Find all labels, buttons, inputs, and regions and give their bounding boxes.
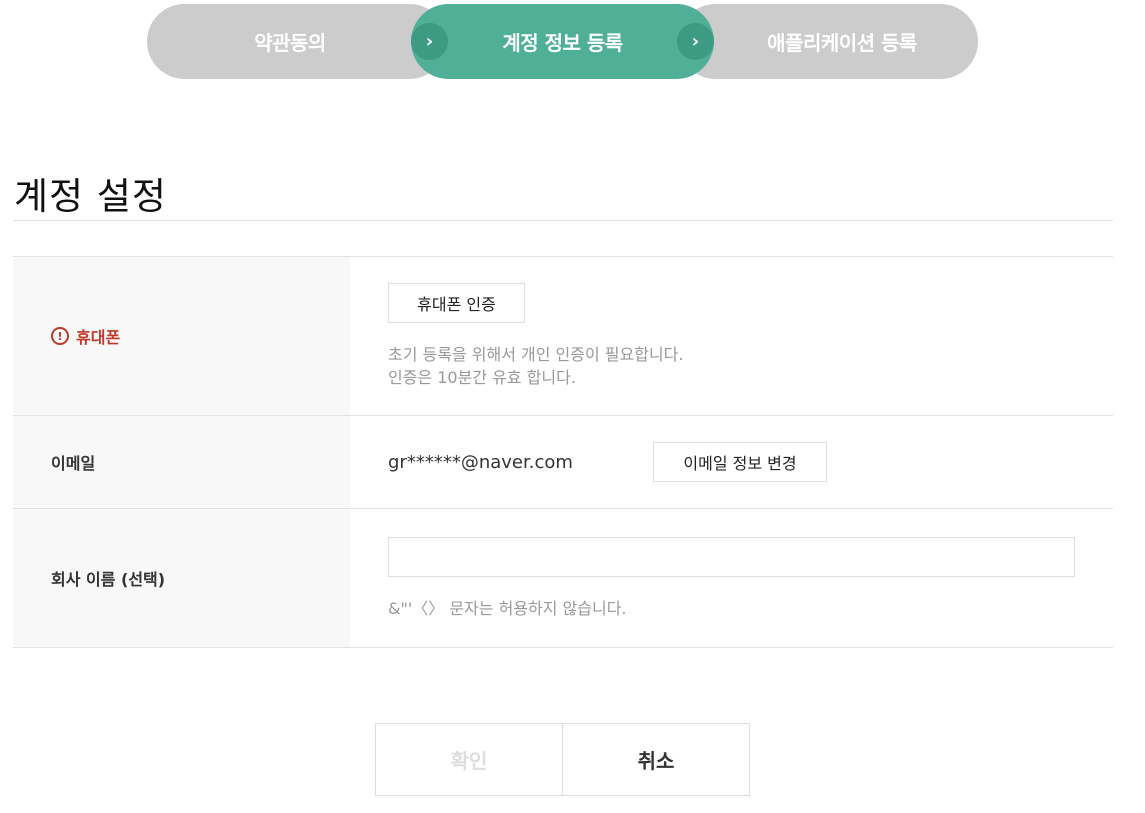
account-settings-form: ! 휴대폰 휴대폰 인증 초기 등록을 위해서 개인 인증이 필요합니다. 인증…: [13, 256, 1113, 648]
phone-hint: 초기 등록을 위해서 개인 인증이 필요합니다. 인증은 10분간 유효 합니다…: [388, 343, 1113, 389]
alert-circle-icon: !: [51, 327, 69, 345]
change-email-button[interactable]: 이메일 정보 변경: [653, 442, 827, 482]
step-terms-agreement: 약관동의: [147, 4, 447, 79]
cancel-button[interactable]: 취소: [562, 723, 750, 796]
chevron-right-icon: ›: [677, 23, 714, 60]
phone-verify-button[interactable]: 휴대폰 인증: [388, 283, 525, 323]
email-label: 이메일: [51, 454, 96, 473]
email-label-cell: 이메일: [13, 416, 350, 508]
form-row-phone: ! 휴대폰 휴대폰 인증 초기 등록을 위해서 개인 인증이 필요합니다. 인증…: [13, 257, 1113, 416]
page-title: 계정 설정: [14, 175, 167, 218]
email-value: gr******@naver.com: [388, 451, 573, 473]
form-actions: 확인 취소: [375, 723, 750, 796]
phone-label-cell: ! 휴대폰: [13, 257, 350, 415]
title-divider: [13, 220, 1113, 221]
phone-hint-line-2: 인증은 10분간 유효 합니다.: [388, 368, 576, 387]
company-content-cell: &"'〈〉 문자는 허용하지 않습니다.: [350, 509, 1113, 647]
confirm-button[interactable]: 확인: [375, 723, 563, 796]
company-name-input[interactable]: [388, 536, 1075, 577]
step-account-info-active: 계정 정보 등록: [411, 4, 714, 79]
step-label: 계정 정보 등록: [502, 31, 623, 55]
step-label: 약관동의: [254, 31, 326, 55]
form-row-email: 이메일 gr******@naver.com 이메일 정보 변경: [13, 416, 1113, 509]
chevron-right-icon: ›: [411, 23, 448, 60]
step-label: 애플리케이션 등록: [767, 31, 917, 55]
phone-hint-line-1: 초기 등록을 위해서 개인 인증이 필요합니다.: [388, 345, 684, 364]
phone-content-cell: 휴대폰 인증 초기 등록을 위해서 개인 인증이 필요합니다. 인증은 10분간…: [350, 257, 1113, 415]
email-content-cell: gr******@naver.com 이메일 정보 변경: [350, 416, 1113, 508]
company-label: 회사 이름 (선택): [51, 570, 166, 589]
signup-stepper: 약관동의 애플리케이션 등록 계정 정보 등록 › ›: [147, 4, 978, 79]
phone-label-text: 휴대폰: [76, 328, 121, 347]
phone-label: ! 휴대폰: [51, 324, 120, 348]
step-application-registration: 애플리케이션 등록: [678, 4, 978, 79]
company-label-cell: 회사 이름 (선택): [13, 509, 350, 647]
form-row-company: 회사 이름 (선택) &"'〈〉 문자는 허용하지 않습니다.: [13, 509, 1113, 648]
company-hint: &"'〈〉 문자는 허용하지 않습니다.: [388, 598, 627, 618]
